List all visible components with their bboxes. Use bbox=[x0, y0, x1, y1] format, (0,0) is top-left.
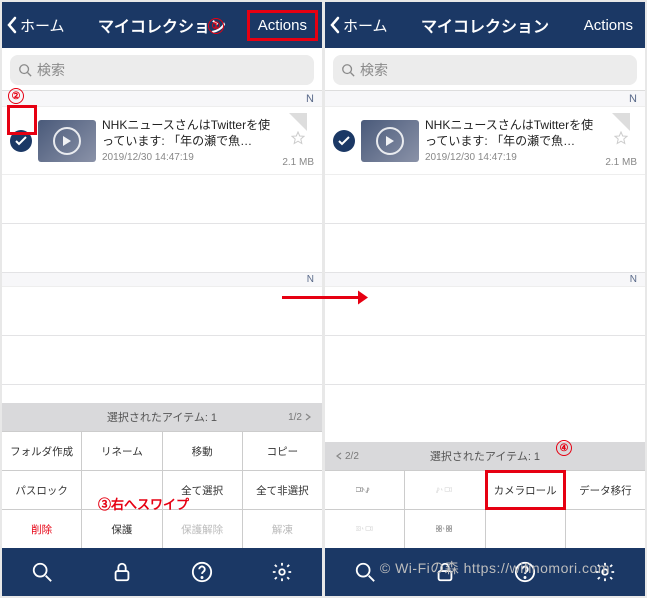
btn-blank bbox=[566, 510, 645, 548]
item-title: NHKニュースさんはTwitterを使っています: 「年の瀬で魚… bbox=[102, 118, 274, 149]
list-item[interactable]: NHKニュースさんはTwitterを使っています: 「年の瀬で魚… 2019/1… bbox=[2, 107, 322, 175]
search-placeholder: 検索 bbox=[37, 60, 65, 80]
dog-ear-icon bbox=[612, 113, 630, 131]
toolbar-lock[interactable] bbox=[423, 550, 467, 594]
item-text: NHKニュースさんはTwitterを使っています: 「年の瀬で魚… 2019/1… bbox=[425, 118, 601, 162]
navbar: ホーム マイコレクション Actions bbox=[2, 2, 322, 48]
toolbar-help[interactable] bbox=[180, 550, 224, 594]
star-icon[interactable] bbox=[291, 131, 305, 145]
checkbox-selected[interactable] bbox=[10, 130, 32, 152]
panel-header-text: 選択されたアイテム: 1 bbox=[107, 409, 217, 425]
search-bar: 検索 bbox=[2, 48, 322, 91]
list-item[interactable]: NHKニュースさんはTwitterを使っています: 「年の瀬で魚… 2019/1… bbox=[325, 107, 645, 175]
section-header: N bbox=[325, 91, 645, 107]
btn-unzip[interactable]: 解凍 bbox=[243, 510, 322, 548]
btn-create-folder[interactable]: フォルダ作成 bbox=[2, 432, 81, 470]
btn-audio-to-video[interactable] bbox=[405, 471, 484, 509]
toolbar-settings[interactable] bbox=[260, 550, 304, 594]
search-icon bbox=[341, 63, 355, 77]
actions-button[interactable]: Actions bbox=[247, 10, 318, 41]
checkbox-selected[interactable] bbox=[333, 130, 355, 152]
bottom-toolbar bbox=[2, 548, 322, 596]
back-label: ホーム bbox=[20, 15, 65, 36]
empty-area: N bbox=[325, 175, 645, 442]
btn-blank bbox=[486, 510, 565, 548]
btn-move[interactable]: 移動 bbox=[163, 432, 242, 470]
btn-protect[interactable]: 保護 bbox=[82, 510, 161, 548]
back-button[interactable]: ホーム bbox=[6, 15, 65, 36]
transition-arrow-icon bbox=[280, 288, 370, 313]
panel-header-text: 選択されたアイテム: 1 bbox=[430, 448, 540, 464]
btn-deselect-all[interactable]: 全て非選択 bbox=[243, 471, 322, 509]
btn-grid-reorder[interactable] bbox=[405, 510, 484, 548]
item-date: 2019/12/30 14:47:19 bbox=[102, 152, 274, 163]
navbar: ホーム マイコレクション Actions bbox=[325, 2, 645, 48]
search-input[interactable]: 検索 bbox=[333, 55, 637, 85]
btn-unprotect[interactable]: 保護解除 bbox=[163, 510, 242, 548]
page-title: マイコレクション bbox=[421, 13, 549, 37]
btn-delete[interactable]: 削除 bbox=[2, 510, 81, 548]
btn-photo-to-video[interactable] bbox=[325, 510, 404, 548]
search-input[interactable]: 検索 bbox=[10, 55, 314, 85]
btn-copy[interactable]: コピー bbox=[243, 432, 322, 470]
page-title: マイコレクション bbox=[98, 13, 226, 37]
action-panel-page2: 2/2 選択されたアイテム: 1 カメラロール データ移行 bbox=[325, 442, 645, 548]
empty-area: N bbox=[2, 175, 322, 403]
section-header: N bbox=[2, 91, 322, 107]
page-indicator[interactable]: 1/2 bbox=[288, 412, 312, 423]
item-text: NHKニュースさんはTwitterを使っています: 「年の瀬で魚… 2019/1… bbox=[102, 118, 278, 162]
toolbar-lock[interactable] bbox=[100, 550, 144, 594]
toolbar-search[interactable] bbox=[20, 550, 64, 594]
search-bar: 検索 bbox=[325, 48, 645, 91]
btn-camera-roll[interactable]: カメラロール bbox=[486, 471, 565, 509]
star-icon[interactable] bbox=[614, 131, 628, 145]
item-size: 2.1 MB bbox=[282, 157, 314, 168]
btn-rename[interactable]: リネーム bbox=[82, 432, 161, 470]
back-button[interactable]: ホーム bbox=[329, 15, 388, 36]
section-marker: N bbox=[2, 273, 322, 287]
btn-select-all[interactable]: 全て選択 bbox=[163, 471, 242, 509]
section-marker: N bbox=[325, 273, 645, 287]
dog-ear-icon bbox=[289, 113, 307, 131]
toolbar-help[interactable] bbox=[503, 550, 547, 594]
toolbar-search[interactable] bbox=[343, 550, 387, 594]
btn-empty bbox=[82, 471, 161, 509]
action-panel-page1: 選択されたアイテム: 1 1/2 フォルダ作成 リネーム 移動 コピー パスロッ… bbox=[2, 403, 322, 548]
toolbar-settings[interactable] bbox=[583, 550, 627, 594]
bottom-toolbar bbox=[325, 548, 645, 596]
search-icon bbox=[18, 63, 32, 77]
page-indicator[interactable]: 2/2 bbox=[335, 451, 359, 462]
video-thumbnail bbox=[38, 120, 96, 162]
actions-button[interactable]: Actions bbox=[576, 13, 641, 38]
video-thumbnail bbox=[361, 120, 419, 162]
phone-screen-right: ホーム マイコレクション Actions 検索 N NHKニュースさんはTwit… bbox=[323, 0, 647, 598]
btn-data-migrate[interactable]: データ移行 bbox=[566, 471, 645, 509]
phone-screen-left: ホーム マイコレクション Actions 検索 N NHKニュースさんはTwit… bbox=[0, 0, 324, 598]
btn-video-to-audio[interactable] bbox=[325, 471, 404, 509]
btn-passlock[interactable]: パスロック bbox=[2, 471, 81, 509]
